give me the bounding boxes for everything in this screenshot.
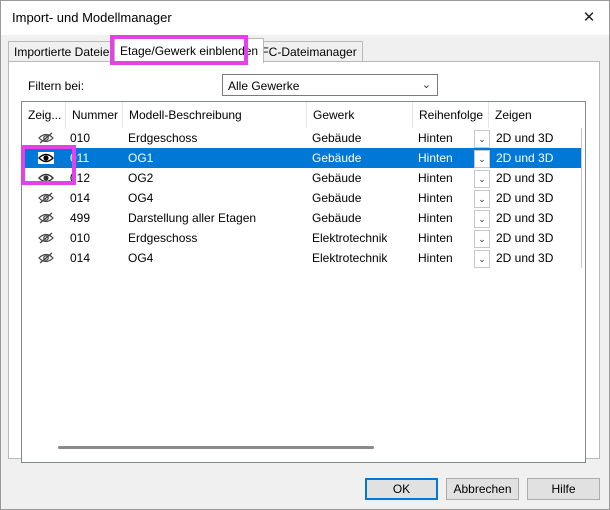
column-header-nummer[interactable]: Nummer — [66, 102, 123, 128]
chevron-down-icon[interactable]: ⌄ — [474, 130, 490, 148]
window-title: Import- und Modellmanager — [12, 10, 172, 25]
chevron-down-icon[interactable]: ⌄ — [474, 190, 490, 208]
tab-ifc-dateimanager[interactable]: IFC-Dateimanager — [252, 41, 363, 62]
cell-zeigen: 2D und 3D — [496, 151, 554, 165]
row-dropdown-edge[interactable] — [581, 148, 585, 168]
cell-gewerk: Gebäude — [312, 211, 362, 225]
cell-reihenfolge: Hinten — [418, 231, 453, 245]
table-row[interactable]: 010 Erdgeschoss Elektrotechnik Hinten ⌄ 2D un… — [22, 228, 585, 248]
cell-zeigen: 2D und 3D — [496, 251, 554, 265]
cell-nummer: 014 — [70, 251, 91, 265]
cell-reihenfolge: Hinten — [418, 251, 453, 265]
filter-label: Filtern bei: — [28, 79, 85, 93]
eye-hidden-icon[interactable] — [38, 212, 54, 224]
chevron-down-icon[interactable]: ⌄ — [474, 230, 490, 248]
table-row[interactable]: 010 Erdgeschoss Gebäude Hinten ⌄ 2D und 3D — [22, 128, 585, 148]
eye-hidden-icon[interactable] — [38, 232, 54, 244]
chevron-down-icon[interactable]: ⌄ — [474, 250, 490, 268]
cell-gewerk: Gebäude — [312, 191, 362, 205]
chevron-down-icon[interactable]: ⌄ — [474, 210, 490, 228]
row-dropdown-edge[interactable] — [581, 248, 585, 268]
cell-beschreibung: OG1 — [128, 151, 154, 165]
eye-hidden-icon[interactable] — [38, 252, 54, 264]
tab-highlight-frame — [110, 35, 248, 65]
row-dropdown-edge[interactable] — [581, 208, 585, 228]
row-dropdown-edge[interactable] — [581, 188, 585, 208]
cell-zeigen: 2D und 3D — [496, 131, 554, 145]
chevron-down-icon: ⌄ — [421, 79, 431, 91]
cell-gewerk: Gebäude — [312, 131, 362, 145]
eye-hidden-icon[interactable] — [38, 192, 54, 204]
chevron-down-icon[interactable]: ⌄ — [474, 150, 490, 168]
filter-dropdown[interactable]: Alle Gewerke ⌄ — [222, 74, 438, 96]
cell-nummer: 014 — [70, 191, 91, 205]
cell-reihenfolge: Hinten — [418, 211, 453, 225]
filter-value: Alle Gewerke — [228, 79, 300, 93]
eye-hidden-icon[interactable] — [38, 132, 54, 144]
cell-gewerk: Elektrotechnik — [312, 251, 388, 265]
column-header-gewerk[interactable]: Gewerk — [307, 102, 413, 128]
cell-zeigen: 2D und 3D — [496, 191, 554, 205]
cell-reihenfolge: Hinten — [418, 191, 453, 205]
table-row[interactable]: 014 OG4 Elektrotechnik Hinten ⌄ 2D und 3D — [22, 248, 585, 268]
cell-nummer: 010 — [70, 231, 91, 245]
cell-reihenfolge: Hinten — [418, 151, 453, 165]
table-row[interactable]: 499 Darstellung aller Etagen Gebäude Hinten… — [22, 208, 585, 228]
cell-zeigen: 2D und 3D — [496, 231, 554, 245]
cell-zeigen: 2D und 3D — [496, 171, 554, 185]
cell-gewerk: Elektrotechnik — [312, 231, 388, 245]
column-header-zeigen[interactable]: Zeigen — [489, 102, 585, 128]
row-dropdown-edge[interactable] — [581, 128, 585, 148]
cell-beschreibung: OG2 — [128, 171, 154, 185]
cell-beschreibung: Erdgeschoss — [128, 131, 198, 145]
row-dropdown-edge[interactable] — [581, 228, 585, 248]
table-row[interactable]: 014 OG4 Gebäude Hinten ⌄ 2D und 3D — [22, 188, 585, 208]
model-table[interactable]: Zeig... Nummer Modell-Beschreibung Gewer… — [21, 101, 586, 463]
chevron-down-icon[interactable]: ⌄ — [474, 170, 490, 188]
cell-beschreibung: Darstellung aller Etagen — [128, 211, 257, 225]
ok-button[interactable]: OK — [365, 478, 438, 500]
horizontal-scrollbar[interactable] — [58, 446, 374, 449]
cell-zeigen: 2D und 3D — [496, 211, 554, 225]
cell-gewerk: Gebäude — [312, 151, 362, 165]
row-dropdown-edge[interactable] — [581, 168, 585, 188]
cell-gewerk: Gebäude — [312, 171, 362, 185]
help-button[interactable]: Hilfe — [527, 478, 600, 500]
cancel-button[interactable]: Abbrechen — [446, 478, 519, 500]
cell-beschreibung: Erdgeschoss — [128, 231, 198, 245]
tab-importierte-dateien[interactable]: Importierte Dateien — [8, 41, 123, 62]
cell-reihenfolge: Hinten — [418, 171, 453, 185]
table-row[interactable]: 012 OG2 Gebäude Hinten ⌄ 2D und 3D — [22, 168, 585, 188]
column-header-reihenfolge[interactable]: Reihenfolge — [413, 102, 489, 128]
title-bar: Import- und Modellmanager ✕ — [1, 1, 609, 35]
column-header-zeigen-icon[interactable]: Zeig... — [22, 102, 66, 128]
close-icon[interactable]: ✕ — [579, 8, 599, 28]
cell-reihenfolge: Hinten — [418, 131, 453, 145]
cell-nummer: 499 — [70, 211, 91, 225]
eye-highlight-frame — [21, 145, 76, 185]
cell-beschreibung: OG4 — [128, 191, 154, 205]
table-row[interactable]: 011 OG1 Gebäude Hinten ⌄ 2D und 3D — [22, 148, 585, 168]
column-header-beschreibung[interactable]: Modell-Beschreibung — [123, 102, 307, 128]
cell-beschreibung: OG4 — [128, 251, 154, 265]
